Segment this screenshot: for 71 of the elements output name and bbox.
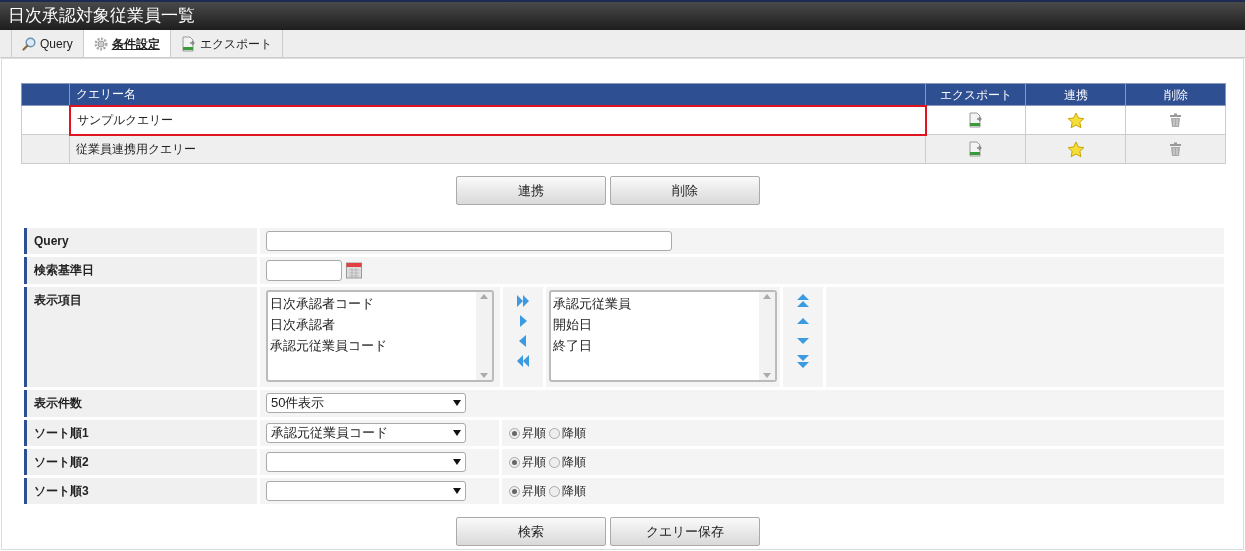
move-top-icon[interactable] — [796, 293, 810, 309]
field-label: 検索基準日 — [24, 257, 257, 284]
table-cell — [21, 134, 70, 164]
radio-button[interactable] — [549, 485, 560, 497]
caret-icon — [453, 400, 461, 406]
move-all-right-icon[interactable] — [516, 293, 530, 309]
item-list[interactable]: 日次承認者コード 日次承認者 承認元従業員コード — [266, 290, 494, 382]
query-field[interactable] — [266, 231, 672, 251]
field-label: ソート順2 — [24, 449, 257, 475]
caret-icon — [453, 488, 461, 494]
radio-label: 昇順 — [522, 454, 546, 471]
header-cell — [21, 83, 70, 106]
scroll-down-icon[interactable] — [763, 373, 771, 378]
gear-icon — [93, 36, 108, 51]
list-option[interactable]: 日次承認者コード — [270, 293, 476, 314]
trash-icon[interactable] — [1169, 141, 1182, 157]
radio-button[interactable] — [509, 485, 520, 497]
trash-icon[interactable] — [1169, 112, 1182, 128]
radio-label: 昇順 — [522, 425, 546, 442]
item-list[interactable]: 承認元従業員 開始日 終了日 — [549, 290, 777, 382]
list-option[interactable]: 日次承認者 — [270, 314, 476, 335]
field-label: ソート順3 — [24, 478, 257, 504]
list-option[interactable]: 終了日 — [553, 335, 759, 356]
column-header: クエリー名 — [69, 83, 926, 106]
column-header: 削除 — [1125, 83, 1226, 106]
dropdown[interactable]: 50件表示 — [266, 393, 466, 413]
export-icon[interactable] — [968, 141, 983, 157]
field-label: 表示項目 — [24, 287, 257, 387]
dropdown[interactable] — [266, 481, 466, 501]
caret-icon — [453, 459, 461, 465]
radio-label: 降順 — [562, 483, 586, 500]
query-name-cell[interactable]: サンプルクエリー — [69, 105, 926, 135]
field-label: ソート順1 — [24, 420, 257, 446]
search-icon — [22, 36, 36, 51]
action-button[interactable]: 削除 — [609, 176, 760, 205]
star-icon[interactable] — [1066, 140, 1085, 158]
column-header: エクスポート — [925, 83, 1026, 106]
radio-button[interactable] — [509, 456, 520, 468]
move-bottom-icon[interactable] — [796, 353, 810, 369]
caret-icon — [453, 430, 461, 436]
list-option[interactable]: 開始日 — [553, 314, 759, 335]
action-button[interactable]: 連携 — [455, 176, 606, 205]
table-cell — [21, 105, 70, 135]
star-icon[interactable] — [1066, 111, 1085, 129]
column-header: 連携 — [1025, 83, 1126, 106]
date-field[interactable] — [266, 260, 342, 281]
radio-button[interactable] — [549, 456, 560, 468]
query-name-cell[interactable]: 従業員連携用クエリー — [69, 134, 926, 164]
radio-label: 降順 — [562, 454, 586, 471]
move-all-left-icon[interactable] — [516, 353, 530, 369]
action-button[interactable]: 検索 — [455, 517, 606, 546]
scrollbar[interactable] — [759, 292, 775, 380]
radio-button[interactable] — [549, 427, 560, 439]
list-option[interactable]: 承認元従業員 — [553, 293, 759, 314]
field-label: 表示件数 — [24, 390, 257, 417]
scroll-up-icon[interactable] — [763, 294, 771, 299]
export-icon[interactable] — [968, 112, 984, 128]
list-option[interactable]: 承認元従業員コード — [270, 335, 476, 356]
radio-button[interactable] — [509, 427, 520, 439]
field-label: Query — [24, 228, 257, 254]
window-title: 日次承認対象従業員一覧 — [8, 5, 195, 28]
action-button[interactable]: クエリー保存 — [609, 517, 760, 546]
dropdown[interactable] — [266, 452, 466, 472]
export-icon — [180, 35, 196, 52]
dropdown[interactable]: 承認元従業員コード — [266, 423, 466, 443]
scrollbar[interactable] — [476, 292, 492, 380]
scroll-up-icon[interactable] — [480, 294, 488, 299]
scroll-down-icon[interactable] — [480, 373, 488, 378]
radio-label: 昇順 — [522, 483, 546, 500]
radio-label: 降順 — [562, 425, 586, 442]
calendar-icon[interactable] — [346, 262, 362, 279]
